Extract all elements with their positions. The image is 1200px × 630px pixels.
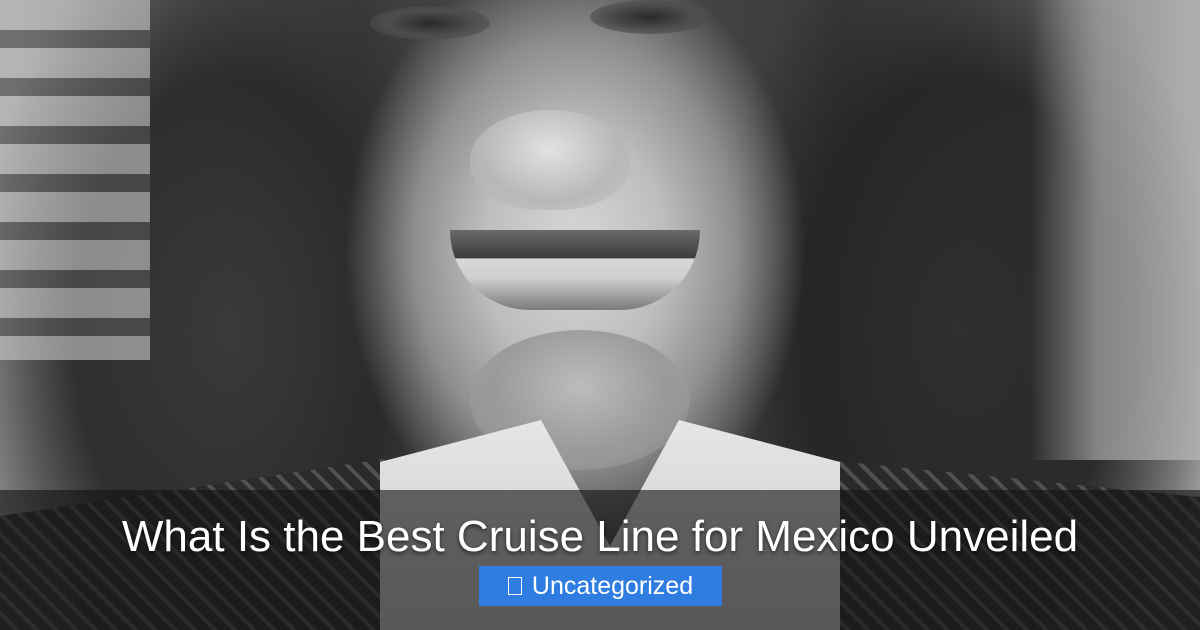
folder-icon (507, 577, 522, 595)
background-window (0, 0, 150, 360)
category-label: Uncategorized (531, 571, 694, 600)
photo-eye-right (590, 0, 710, 34)
category-badge[interactable]: Uncategorized (479, 566, 722, 606)
post-title[interactable]: What Is the Best Cruise Line for Mexico … (0, 510, 1200, 564)
photo-smile (450, 230, 700, 310)
photo-eye-left (370, 6, 490, 40)
photo-nose (470, 110, 630, 210)
background-wall (1030, 0, 1200, 460)
featured-image-card: What Is the Best Cruise Line for Mexico … (0, 0, 1200, 630)
